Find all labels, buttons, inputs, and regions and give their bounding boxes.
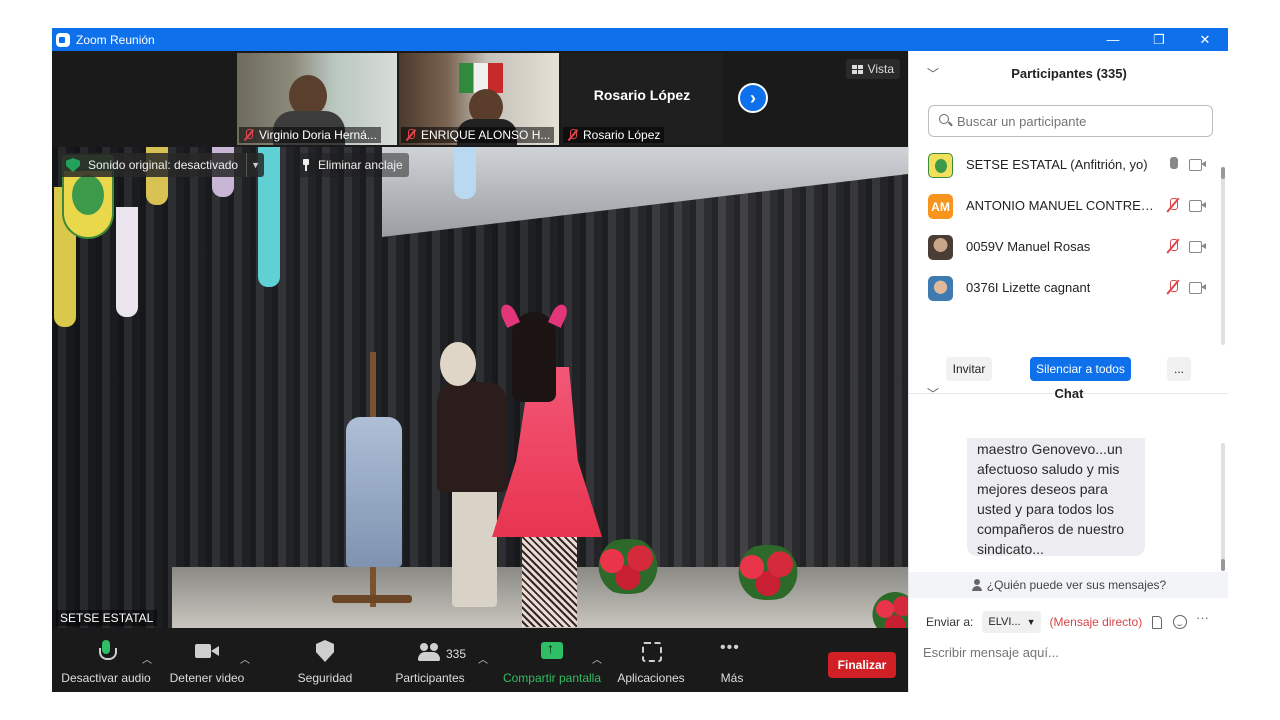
thumbnail-display-name: Rosario López (593, 87, 691, 103)
meeting-toolbar: Desactivar audio ︿ Detener video ︿ Segur… (52, 628, 908, 692)
chevron-up-icon[interactable]: ︿ (478, 651, 488, 666)
participant-search-input[interactable] (928, 105, 1213, 137)
participant-avatar (928, 153, 953, 178)
participant-row[interactable]: 0376I Lizette cagnant (909, 268, 1221, 309)
participant-avatar (928, 235, 953, 260)
security-button[interactable]: Seguridad (292, 628, 358, 692)
message-visibility-link[interactable]: ¿Quién puede ver sus mensajes? (909, 572, 1228, 598)
chevron-down-icon: ▼ (1026, 617, 1036, 627)
file-icon[interactable] (1152, 616, 1162, 629)
window-title: Zoom Reunión (76, 32, 155, 47)
unpin-button[interactable]: Eliminar anclaje (296, 153, 409, 177)
participant-thumbnail[interactable]: ENRIQUE ALONSO H... (399, 53, 559, 145)
actor-devil-costume (482, 302, 612, 628)
participant-thumbnail[interactable]: Rosario López Rosario López (561, 53, 723, 145)
main-video[interactable]: Sonido original: desactivado ▼ Eliminar … (52, 147, 908, 628)
participant-row[interactable]: SETSE ESTATAL (Anfitrión, yo) (909, 145, 1221, 186)
video-camera-icon[interactable] (1189, 159, 1206, 171)
speaker-name: SETSE ESTATAL (56, 610, 158, 626)
participant-row[interactable]: 0059V Manuel Rosas (909, 227, 1221, 268)
original-sound-toggle[interactable]: Sonido original: desactivado ▼ (60, 153, 265, 177)
view-button[interactable]: Vista (845, 59, 900, 79)
thumbnail-strip: Virginio Doria Herná... ENRIQUE ALONSO H… (52, 51, 908, 147)
more-dots-icon[interactable]: ··· (1196, 610, 1209, 625)
mic-muted-icon[interactable] (1167, 280, 1179, 296)
microphone-icon (94, 639, 118, 663)
title-bar: Zoom Reunión — ❐ ✕ (52, 28, 1228, 51)
decoration (454, 147, 476, 199)
more-dots-icon (720, 639, 744, 663)
side-panel: ﹀ Participantes (335) SETSE ESTATAL (Anf… (908, 51, 1228, 692)
chevron-right-icon: › (750, 87, 756, 108)
shield-check-icon (66, 158, 80, 172)
meeting-area: Virginio Doria Herná... ENRIQUE ALONSO H… (52, 51, 908, 692)
participants-list: SETSE ESTATAL (Anfitrión, yo) AM ANTONIO… (909, 145, 1221, 317)
stop-video-button[interactable]: Detener video (166, 628, 248, 692)
participants-header: ﹀ Participantes (335) (927, 65, 1127, 82)
video-camera-icon (195, 639, 219, 663)
poinsettia-plant (588, 539, 668, 594)
participant-row[interactable] (909, 309, 1221, 317)
chat-scrollbar[interactable] (1221, 443, 1225, 571)
decoration (116, 207, 138, 317)
grid-icon (851, 64, 863, 74)
thumbnail-name: Virginio Doria Herná... (239, 127, 381, 143)
apps-icon (639, 639, 663, 663)
participants-icon (418, 639, 442, 663)
chat-messages: maestro Genovevo...un afectuoso saludo y… (909, 438, 1221, 570)
participant-avatar (928, 276, 953, 301)
coat-rack-base (332, 595, 412, 603)
video-camera-icon[interactable] (1189, 241, 1206, 253)
zoom-window: Zoom Reunión — ❐ ✕ Virginio Doria Herná.… (52, 28, 1228, 692)
pin-icon (302, 159, 310, 171)
emoji-icon[interactable] (1173, 615, 1187, 629)
recipient-select[interactable]: ELVI... ▼ (982, 611, 1042, 633)
participant-row[interactable]: AM ANTONIO MANUEL CONTRER... (909, 186, 1221, 227)
participant-thumbnail[interactable]: Virginio Doria Herná... (237, 53, 397, 145)
mic-muted-icon (243, 129, 254, 141)
chat-message-input[interactable] (923, 640, 1213, 664)
share-screen-icon (540, 639, 564, 663)
participant-avatar: AM (928, 194, 953, 219)
zoom-app-icon (56, 32, 70, 47)
chevron-up-icon[interactable]: ︿ (142, 651, 152, 666)
apps-button[interactable]: Aplicaciones (614, 628, 688, 692)
participants-scrollbar[interactable] (1221, 167, 1225, 345)
chevron-up-icon[interactable]: ︿ (240, 651, 250, 666)
chevron-up-icon[interactable]: ︿ (592, 651, 602, 666)
video-camera-icon[interactable] (1189, 282, 1206, 294)
chevron-down-icon[interactable]: ﹀ (927, 385, 939, 402)
close-button[interactable]: ✕ (1182, 28, 1228, 51)
thumbnail-name: Rosario López (563, 127, 665, 143)
minimize-button[interactable]: — (1090, 28, 1136, 51)
mic-muted-icon (567, 129, 578, 141)
end-meeting-button[interactable]: Finalizar (828, 652, 896, 678)
mic-muted-icon[interactable] (1167, 239, 1179, 255)
chevron-down-icon[interactable]: ﹀ (927, 65, 939, 82)
participants-count: 335 (446, 647, 467, 661)
direct-message-label: (Mensaje directo) (1049, 615, 1143, 629)
more-button[interactable]: Más (712, 628, 752, 692)
mic-muted-icon (405, 129, 416, 141)
microphone-icon[interactable] (1167, 157, 1179, 173)
chat-message-bubble: maestro Genovevo...un afectuoso saludo y… (967, 438, 1145, 557)
poinsettia-plant (728, 545, 808, 600)
coat (346, 417, 402, 567)
mic-muted-icon[interactable] (1167, 198, 1179, 214)
person-icon (971, 579, 983, 591)
video-camera-icon[interactable] (1189, 200, 1206, 212)
next-page-button[interactable]: › (738, 83, 768, 113)
chevron-down-icon[interactable]: ▼ (246, 153, 264, 177)
thumbnail-name: ENRIQUE ALONSO H... (401, 127, 555, 143)
mute-audio-button[interactable]: Desactivar audio (60, 628, 152, 692)
search-icon (939, 114, 949, 124)
restore-button[interactable]: ❐ (1136, 28, 1182, 51)
security-shield-icon (313, 639, 337, 663)
chat-header: ﹀ Chat (927, 385, 1084, 402)
share-screen-button[interactable]: Compartir pantalla (500, 628, 604, 692)
